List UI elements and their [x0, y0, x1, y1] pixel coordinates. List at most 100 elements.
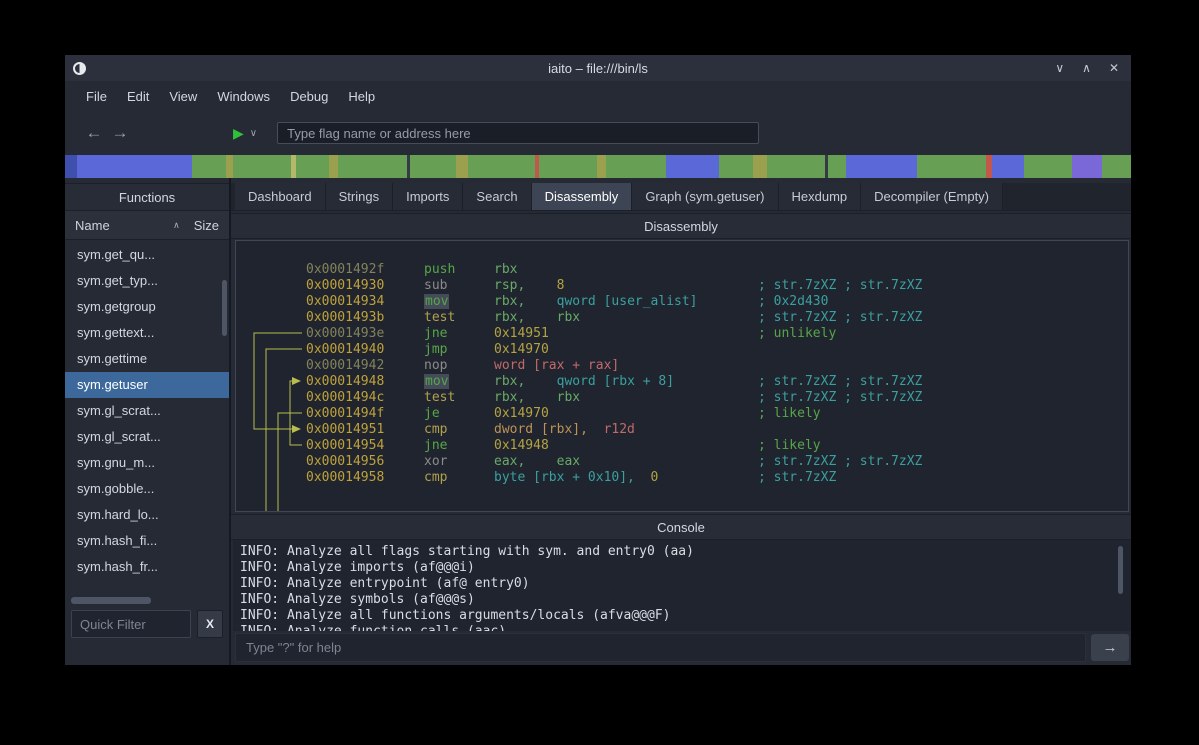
address-search-input[interactable] — [277, 122, 759, 144]
function-list-item[interactable]: sym.hash_fi... — [65, 528, 229, 554]
tab-graph-sym-getuser[interactable]: Graph (sym.getuser) — [632, 183, 778, 210]
menu-item-help[interactable]: Help — [338, 85, 385, 108]
disassembly-view[interactable]: 0x0001492fpushrbx0x00014930subrsp, 8; st… — [235, 240, 1129, 512]
disasm-comment: ; str.7zXZ ; str.7zXZ — [758, 390, 1128, 405]
tab-disassembly[interactable]: Disassembly — [532, 183, 633, 210]
disasm-operand: 0 — [651, 470, 659, 485]
disasm-row[interactable]: 0x00014934movrbx, qword [user_alist]; 0x… — [236, 293, 1128, 309]
maximize-icon[interactable]: ∧ — [1082, 61, 1091, 75]
menu-item-windows[interactable]: Windows — [207, 85, 280, 108]
console-output[interactable]: INFO: Analyze all flags starting with sy… — [233, 540, 1131, 631]
tab-hexdump[interactable]: Hexdump — [779, 183, 862, 210]
disasm-mnemonic-cell: jne — [424, 438, 494, 453]
disasm-operand: rsp, — [494, 278, 557, 293]
comment-text: ; str.7zXZ ; str.7zXZ — [758, 278, 922, 293]
disasm-mnemonic: xor — [424, 454, 447, 469]
menu-item-view[interactable]: View — [159, 85, 207, 108]
console-command-input[interactable] — [235, 633, 1086, 662]
function-list-item[interactable]: sym.getgroup — [65, 294, 229, 320]
disasm-address: 0x0001494c — [306, 390, 424, 405]
titlebar[interactable]: iaito – file:///bin/ls ∨ ∧ ✕ — [65, 55, 1131, 81]
disasm-operand: 8 — [557, 278, 565, 293]
tab-search[interactable]: Search — [463, 183, 531, 210]
disasm-row[interactable]: 0x00014940jmp0x14970 — [236, 341, 1128, 357]
back-icon[interactable]: ← — [81, 123, 107, 143]
function-list-item[interactable]: sym.hash_fr... — [65, 554, 229, 580]
function-list-item[interactable]: sym.gobble... — [65, 476, 229, 502]
memory-map-bar[interactable] — [65, 155, 1131, 178]
send-arrow-icon: → — [1103, 639, 1118, 656]
disasm-operands: byte [rbx + 0x10], 0 — [494, 470, 758, 485]
memory-map-segment — [77, 155, 192, 178]
disasm-row[interactable]: 0x0001494ctestrbx, rbx; str.7zXZ ; str.7… — [236, 389, 1128, 405]
disasm-mnemonic-cell: xor — [424, 454, 494, 469]
function-list-item[interactable]: sym.gl_scrat... — [65, 424, 229, 450]
disasm-row[interactable]: 0x0001493ejne0x14951; unlikely — [236, 325, 1128, 341]
tab-strings[interactable]: Strings — [326, 183, 393, 210]
function-list-item[interactable]: sym.gettime — [65, 346, 229, 372]
menu-item-file[interactable]: File — [76, 85, 117, 108]
console-vertical-scrollbar[interactable] — [1118, 546, 1123, 594]
disasm-address: 0x00014951 — [306, 422, 424, 437]
function-list-item[interactable]: sym.gettext... — [65, 320, 229, 346]
disassembly-rows: 0x0001492fpushrbx0x00014930subrsp, 8; st… — [236, 261, 1128, 485]
memory-map-segment — [1024, 155, 1072, 178]
disasm-row[interactable]: 0x00014948movrbx, qword [rbx + 8]; str.7… — [236, 373, 1128, 389]
function-list-item[interactable]: sym.gl_scrat... — [65, 398, 229, 424]
memory-map-segment — [828, 155, 845, 178]
disasm-row[interactable]: 0x0001494fje0x14970; likely — [236, 405, 1128, 421]
disasm-row[interactable]: 0x00014942nopword [rax + rax] — [236, 357, 1128, 373]
disasm-mnemonic-cell: jmp — [424, 342, 494, 357]
memory-map-segment — [846, 155, 917, 178]
disasm-mnemonic: jne — [424, 326, 447, 341]
content-panel: DashboardStringsImportsSearchDisassembly… — [231, 178, 1131, 665]
sort-ascending-icon[interactable]: ∧ — [173, 220, 180, 231]
memory-map-segment — [539, 155, 597, 178]
console-send-button[interactable]: → — [1091, 634, 1129, 661]
disasm-row[interactable]: 0x00014930subrsp, 8; str.7zXZ ; str.7zXZ — [236, 277, 1128, 293]
functions-horizontal-scrollbar[interactable] — [65, 594, 229, 607]
function-list-item[interactable]: sym.gnu_m... — [65, 450, 229, 476]
toolbar: ← → ▶ ∨ — [65, 111, 1131, 155]
minimize-icon[interactable]: ∨ — [1055, 61, 1064, 75]
comment-text: ; str.7zXZ ; str.7zXZ — [758, 310, 922, 325]
function-list-item[interactable]: sym.hard_lo... — [65, 502, 229, 528]
disasm-address: 0x00014934 — [306, 294, 424, 309]
function-list-item[interactable]: sym.get_typ... — [65, 268, 229, 294]
menu-item-edit[interactable]: Edit — [117, 85, 159, 108]
close-icon[interactable]: ✕ — [1109, 61, 1119, 75]
function-list-item[interactable]: sym.get_qu... — [65, 242, 229, 268]
memory-map-segment — [296, 155, 328, 178]
disasm-mnemonic-cell: push — [424, 262, 494, 277]
function-list-item[interactable]: sym.getuser — [65, 372, 229, 398]
column-name[interactable]: Name — [75, 218, 173, 233]
clear-filter-button[interactable]: X — [197, 610, 223, 638]
memory-map-segment — [456, 155, 468, 178]
disasm-row[interactable]: 0x00014958cmpbyte [rbx + 0x10], 0; str.7… — [236, 469, 1128, 485]
disasm-operand: eax, — [494, 454, 557, 469]
console-panel-title: Console — [231, 514, 1131, 540]
menu-item-debug[interactable]: Debug — [280, 85, 338, 108]
disasm-row[interactable]: 0x00014956xoreax, eax; str.7zXZ ; str.7z… — [236, 453, 1128, 469]
disasm-mnemonic-cell: test — [424, 390, 494, 405]
play-dropdown-icon[interactable]: ∨ — [250, 128, 257, 139]
tab-dashboard[interactable]: Dashboard — [235, 183, 326, 210]
disasm-row[interactable]: 0x0001492fpushrbx — [236, 261, 1128, 277]
column-size[interactable]: Size — [194, 218, 219, 233]
functions-column-header[interactable]: Name ∧ Size — [65, 211, 229, 240]
tab-bar-filler — [1003, 183, 1131, 210]
memory-map-segment — [917, 155, 986, 178]
functions-vertical-scrollbar[interactable] — [222, 280, 227, 336]
disasm-operand: 0x14951 — [494, 326, 549, 341]
comment-text: ; 0x2d430 — [758, 294, 828, 309]
disasm-row[interactable]: 0x00014954jne0x14948; likely — [236, 437, 1128, 453]
disasm-row[interactable]: 0x0001493btestrbx, rbx; str.7zXZ ; str.7… — [236, 309, 1128, 325]
tab-decompiler-empty[interactable]: Decompiler (Empty) — [861, 183, 1003, 210]
forward-icon[interactable]: → — [107, 123, 133, 143]
disasm-row[interactable]: 0x00014951cmpdword [rbx], r12d — [236, 421, 1128, 437]
debug-play-icon[interactable]: ▶ — [233, 125, 244, 142]
tab-imports[interactable]: Imports — [393, 183, 463, 210]
quick-filter-input[interactable] — [71, 610, 191, 638]
disasm-mnemonic: test — [424, 390, 455, 405]
scrollbar-handle[interactable] — [71, 597, 151, 604]
